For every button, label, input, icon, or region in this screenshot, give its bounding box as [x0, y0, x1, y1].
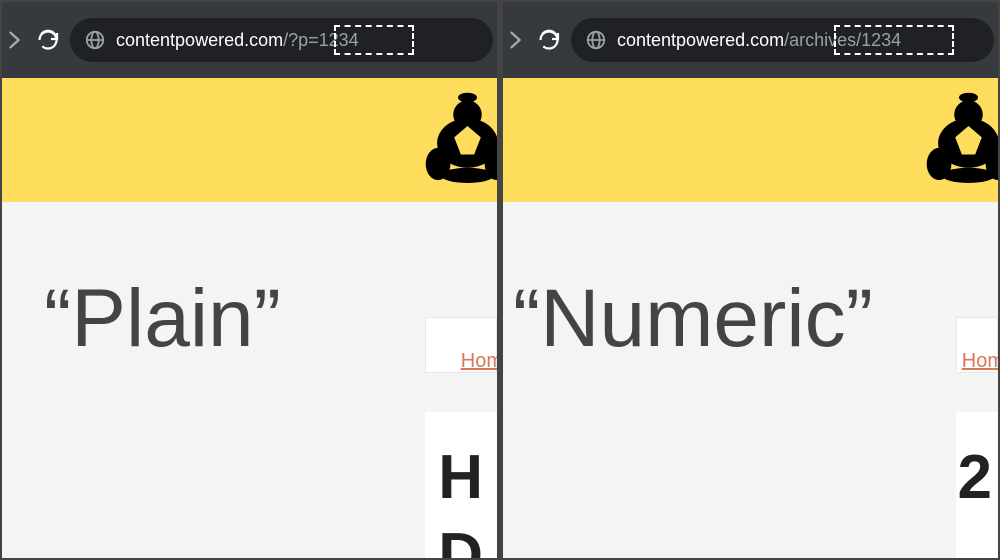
browser-toolbar: contentpowered.com/?p=1234: [2, 2, 497, 78]
headline-fragment-2: D: [438, 520, 483, 558]
site-header: [2, 78, 497, 202]
headline-fragment: 2: [958, 442, 992, 513]
reload-icon[interactable]: [36, 28, 60, 52]
sumo-logo-icon: [921, 88, 998, 183]
panel-plain: contentpowered.com/?p=1234 “Plain” H: [2, 2, 497, 558]
forward-icon[interactable]: [505, 29, 527, 51]
sumo-logo-icon: [420, 88, 497, 183]
home-link[interactable]: Hom: [962, 350, 998, 373]
globe-icon: [585, 29, 607, 51]
panel-numeric: contentpowered.com/archives/1234 “Numeri…: [503, 2, 998, 558]
browser-toolbar: contentpowered.com/archives/1234: [503, 2, 998, 78]
headline-fragment: H: [438, 442, 483, 513]
address-bar[interactable]: contentpowered.com/archives/1234: [571, 18, 994, 62]
url-domain: contentpowered.com/archives/1234: [617, 30, 901, 51]
forward-icon[interactable]: [4, 29, 26, 51]
content-area: “Numeric” Hom 2: [503, 202, 998, 558]
globe-icon: [84, 29, 106, 51]
permalink-type-label: “Numeric”: [513, 272, 873, 366]
site-header: [503, 78, 998, 202]
comparison-container: contentpowered.com/?p=1234 “Plain” H: [0, 0, 1000, 560]
home-link[interactable]: Hom: [461, 350, 497, 373]
reload-icon[interactable]: [537, 28, 561, 52]
url-domain: contentpowered.com/?p=1234: [116, 30, 359, 51]
content-area: “Plain” Hom H D: [2, 202, 497, 558]
address-bar[interactable]: contentpowered.com/?p=1234: [70, 18, 493, 62]
permalink-type-label: “Plain”: [44, 272, 281, 366]
